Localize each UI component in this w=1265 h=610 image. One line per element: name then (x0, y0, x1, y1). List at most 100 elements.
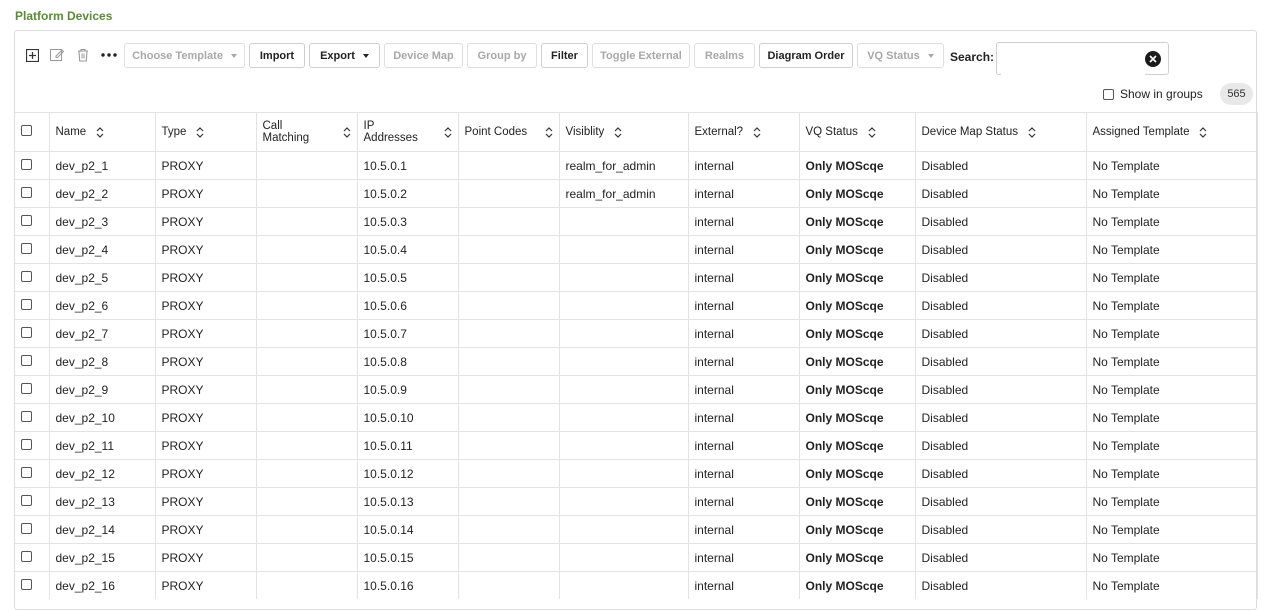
row-checkbox[interactable] (21, 438, 32, 450)
call-matching-cell (256, 515, 358, 544)
row-checkbox[interactable] (21, 578, 32, 590)
export-dropdown[interactable]: Export (309, 43, 380, 68)
table-row[interactable]: dev_p2_5 PROXY 10.5.0.5 internal Only MOScqe… (15, 263, 1258, 292)
select-all-checkbox[interactable] (21, 125, 32, 136)
column-header-assigned-template[interactable]: Assigned Template (1086, 112, 1258, 152)
table-header-row: Name Type Call Matching IP Addresses Poi… (15, 112, 1258, 152)
toggle-external-button[interactable]: Toggle External (592, 43, 690, 68)
sort-icon[interactable] (1199, 126, 1207, 138)
edit-icon[interactable] (48, 46, 66, 64)
column-header-ip-addresses[interactable]: IP Addresses (357, 112, 459, 152)
table-body: dev_p2_1 PROXY 10.5.0.1 realm_for_admin inte… (15, 151, 1258, 599)
trash-icon[interactable] (74, 46, 92, 64)
realms-button[interactable]: Realms (694, 43, 755, 68)
table-row[interactable]: dev_p2_6 PROXY 10.5.0.6 internal Only MOScqe… (15, 291, 1258, 320)
column-header-type[interactable]: Type (155, 112, 257, 152)
import-button[interactable]: Import (249, 43, 305, 68)
sort-icon[interactable] (614, 126, 622, 138)
table-row[interactable]: dev_p2_9 PROXY 10.5.0.9 internal Only MOScqe… (15, 375, 1258, 404)
row-checkbox[interactable] (21, 382, 32, 394)
add-icon[interactable] (23, 46, 41, 64)
row-checkbox[interactable] (21, 186, 32, 198)
visibility-cell: realm_for_admin (559, 179, 689, 208)
table-row[interactable]: dev_p2_14 PROXY 10.5.0.14 internal Only MOSc… (15, 515, 1258, 544)
search-field[interactable] (996, 42, 1169, 75)
row-checkbox[interactable] (21, 158, 32, 170)
column-header-visibility[interactable]: Visiblity (559, 112, 689, 152)
sort-icon[interactable] (96, 126, 104, 138)
row-checkbox[interactable] (21, 326, 32, 338)
column-label: Name (55, 126, 87, 138)
sort-icon[interactable] (545, 126, 553, 138)
clear-search-icon[interactable] (1145, 51, 1161, 67)
column-header-device-map-status[interactable]: Device Map Status (915, 112, 1087, 152)
choose-template-label: Choose Template (132, 49, 223, 62)
ip-address-cell: 10.5.0.4 (357, 235, 459, 264)
filter-button[interactable]: Filter (541, 43, 588, 68)
vq-status-cell: Only MOScqe (799, 431, 916, 460)
vq-status-cell: Only MOScqe (799, 571, 916, 599)
row-checkbox[interactable] (21, 522, 32, 534)
group-by-button[interactable]: Group by (467, 43, 537, 68)
type-cell: PROXY (155, 459, 257, 488)
table-row[interactable]: dev_p2_7 PROXY 10.5.0.7 internal Only MOScqe… (15, 319, 1258, 348)
search-input[interactable] (1001, 45, 1145, 75)
column-header-vq-status[interactable]: VQ Status (799, 112, 916, 152)
sort-icon[interactable] (444, 126, 452, 138)
row-checkbox[interactable] (21, 354, 32, 366)
table-row[interactable]: dev_p2_2 PROXY 10.5.0.2 realm_for_admin inte… (15, 179, 1258, 208)
sort-icon[interactable] (753, 126, 761, 138)
vq-status-dropdown[interactable]: VQ Status (857, 43, 944, 68)
row-select-cell (15, 319, 50, 348)
choose-template-dropdown[interactable]: Choose Template (124, 43, 245, 68)
row-checkbox[interactable] (21, 494, 32, 506)
table-row[interactable]: dev_p2_10 PROXY 10.5.0.10 internal Only MOSc… (15, 403, 1258, 432)
column-header-name[interactable]: Name (49, 112, 156, 152)
sort-icon[interactable] (1028, 126, 1036, 138)
external-cell: internal (688, 403, 800, 432)
sort-icon[interactable] (196, 126, 204, 138)
table-row[interactable]: dev_p2_16 PROXY 10.5.0.16 internal Only MOSc… (15, 571, 1258, 599)
row-select-cell (15, 431, 50, 460)
table-row[interactable]: dev_p2_1 PROXY 10.5.0.1 realm_for_admin inte… (15, 151, 1258, 180)
row-checkbox[interactable] (21, 270, 32, 282)
row-checkbox[interactable] (21, 242, 32, 254)
column-label: Assigned Template (1092, 126, 1190, 138)
table-row[interactable]: dev_p2_15 PROXY 10.5.0.15 internal Only MOSc… (15, 543, 1258, 572)
row-checkbox[interactable] (21, 214, 32, 226)
export-label: Export (320, 49, 355, 62)
column-header-call-matching[interactable]: Call Matching (256, 112, 358, 152)
row-select-cell (15, 459, 50, 488)
external-cell: internal (688, 543, 800, 572)
table-row[interactable]: dev_p2_11 PROXY 10.5.0.11 internal Only MOSc… (15, 431, 1258, 460)
table-row[interactable]: dev_p2_12 PROXY 10.5.0.12 internal Only MOSc… (15, 459, 1258, 488)
assigned-template-cell: No Template (1086, 319, 1258, 348)
show-in-groups-checkbox[interactable] (1103, 88, 1114, 100)
sort-icon[interactable] (343, 126, 351, 138)
diagram-order-button[interactable]: Diagram Order (759, 43, 853, 68)
row-checkbox[interactable] (21, 466, 32, 478)
column-header-point-codes[interactable]: Point Codes (458, 112, 560, 152)
call-matching-cell (256, 179, 358, 208)
vq-status-cell: Only MOScqe (799, 235, 916, 264)
sort-icon[interactable] (868, 126, 876, 138)
row-checkbox[interactable] (21, 550, 32, 562)
name-cell: dev_p2_12 (49, 459, 156, 488)
table-row[interactable]: dev_p2_8 PROXY 10.5.0.8 internal Only MOScqe… (15, 347, 1258, 376)
name-cell: dev_p2_6 (49, 291, 156, 320)
table-row[interactable]: dev_p2_13 PROXY 10.5.0.13 internal Only MOSc… (15, 487, 1258, 516)
assigned-template-cell: No Template (1086, 487, 1258, 516)
assigned-template-cell: No Template (1086, 291, 1258, 320)
column-header-external[interactable]: External? (688, 112, 800, 152)
more-icon[interactable] (100, 46, 118, 64)
device-map-button[interactable]: Device Map (384, 43, 463, 68)
column-label: Call Matching (262, 120, 310, 144)
table-row[interactable]: dev_p2_3 PROXY 10.5.0.3 internal Only MOScqe… (15, 207, 1258, 236)
show-in-groups-toggle[interactable]: Show in groups (1103, 87, 1203, 101)
visibility-cell (559, 571, 689, 599)
row-checkbox[interactable] (21, 298, 32, 310)
row-checkbox[interactable] (21, 410, 32, 422)
table-row[interactable]: dev_p2_4 PROXY 10.5.0.4 internal Only MOScqe… (15, 235, 1258, 264)
visibility-cell (559, 515, 689, 544)
row-select-cell (15, 543, 50, 572)
